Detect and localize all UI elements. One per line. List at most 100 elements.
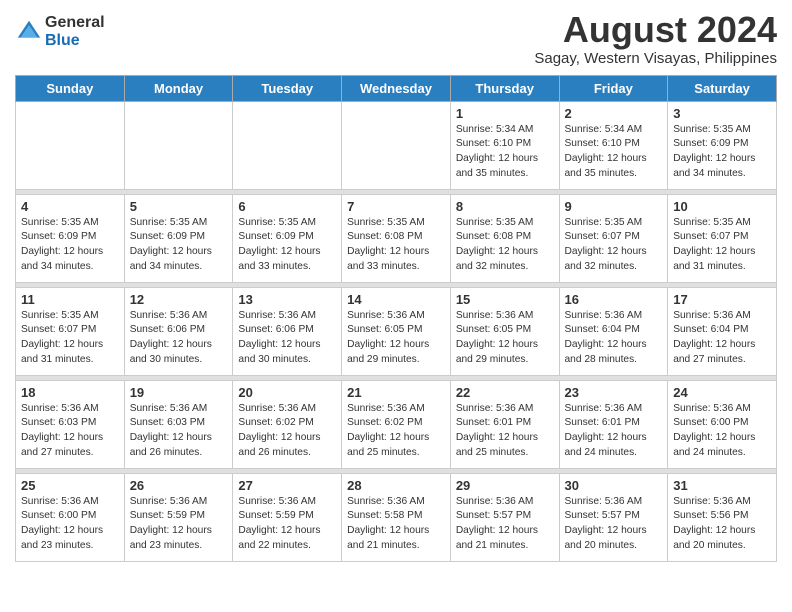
day-info: Sunrise: 5:36 AM Sunset: 6:01 PM Dayligh… <box>565 402 663 461</box>
day-number: 24 <box>673 385 771 400</box>
day-number: 4 <box>21 199 119 214</box>
day-info: Sunrise: 5:36 AM Sunset: 6:01 PM Dayligh… <box>456 402 554 461</box>
day-number: 25 <box>21 478 119 493</box>
day-number: 22 <box>456 385 554 400</box>
day-info: Sunrise: 5:36 AM Sunset: 6:04 PM Dayligh… <box>565 309 663 368</box>
logo: General Blue <box>15 10 105 49</box>
calendar-cell <box>16 101 125 189</box>
calendar-cell <box>342 101 451 189</box>
calendar-cell: 15 Sunrise: 5:36 AM Sunset: 6:05 PM Dayli… <box>450 287 559 375</box>
day-info: Sunrise: 5:35 AM Sunset: 6:08 PM Dayligh… <box>456 216 554 275</box>
day-info: Sunrise: 5:36 AM Sunset: 5:57 PM Dayligh… <box>565 495 663 554</box>
day-number: 9 <box>565 199 663 214</box>
day-number: 26 <box>130 478 228 493</box>
calendar-cell: 23 Sunrise: 5:36 AM Sunset: 6:01 PM Dayli… <box>559 380 668 468</box>
calendar-cell: 7Sunrise: 5:35 AM Sunset: 6:08 PM Daylig… <box>342 194 451 282</box>
calendar-cell: 26 Sunrise: 5:36 AM Sunset: 5:59 PM Dayli… <box>124 473 233 561</box>
day-info: Sunrise: 5:34 AM Sunset: 6:10 PM Dayligh… <box>456 123 554 182</box>
day-number: 21 <box>347 385 445 400</box>
day-number: 28 <box>347 478 445 493</box>
day-number: 20 <box>238 385 336 400</box>
calendar-cell: 16 Sunrise: 5:36 AM Sunset: 6:04 PM Dayli… <box>559 287 668 375</box>
day-number: 13 <box>238 292 336 307</box>
day-number: 10 <box>673 199 771 214</box>
day-info: Sunrise: 5:36 AM Sunset: 6:03 PM Dayligh… <box>21 402 119 461</box>
day-number: 17 <box>673 292 771 307</box>
calendar-cell: 21 Sunrise: 5:36 AM Sunset: 6:02 PM Dayli… <box>342 380 451 468</box>
calendar-cell <box>233 101 342 189</box>
calendar-cell: 29 Sunrise: 5:36 AM Sunset: 5:57 PM Dayli… <box>450 473 559 561</box>
day-info: Sunrise: 5:35 AM Sunset: 6:09 PM Dayligh… <box>673 123 771 182</box>
day-info: Sunrise: 5:36 AM Sunset: 6:05 PM Dayligh… <box>347 309 445 368</box>
day-number: 8 <box>456 199 554 214</box>
day-number: 14 <box>347 292 445 307</box>
day-info: Sunrise: 5:36 AM Sunset: 6:00 PM Dayligh… <box>673 402 771 461</box>
calendar-cell: 11 Sunrise: 5:35 AM Sunset: 6:07 PM Dayli… <box>16 287 125 375</box>
week-row-1: 1 Sunrise: 5:34 AM Sunset: 6:10 PM Daylig… <box>16 101 777 189</box>
calendar-cell: 3 Sunrise: 5:35 AM Sunset: 6:09 PM Daylig… <box>668 101 777 189</box>
calendar-cell <box>124 101 233 189</box>
month-year: August 2024 <box>534 10 777 50</box>
day-info: Sunrise: 5:34 AM Sunset: 6:10 PM Dayligh… <box>565 123 663 182</box>
day-number: 11 <box>21 292 119 307</box>
day-info: Sunrise: 5:36 AM Sunset: 5:57 PM Dayligh… <box>456 495 554 554</box>
logo-general-text: General <box>45 14 105 32</box>
day-info: Sunrise: 5:36 AM Sunset: 5:59 PM Dayligh… <box>238 495 336 554</box>
day-number: 23 <box>565 385 663 400</box>
calendar-cell: 12Sunrise: 5:36 AM Sunset: 6:06 PM Dayli… <box>124 287 233 375</box>
calendar-cell: 24 Sunrise: 5:36 AM Sunset: 6:00 PM Dayli… <box>668 380 777 468</box>
day-number: 15 <box>456 292 554 307</box>
calendar-cell: 17Sunrise: 5:36 AM Sunset: 6:04 PM Dayli… <box>668 287 777 375</box>
day-number: 3 <box>673 106 771 121</box>
title-area: August 2024 Sagay, Western Visayas, Phil… <box>534 10 777 67</box>
day-info: Sunrise: 5:36 AM Sunset: 6:03 PM Dayligh… <box>130 402 228 461</box>
calendar-cell: 14 Sunrise: 5:36 AM Sunset: 6:05 PM Dayli… <box>342 287 451 375</box>
day-info: Sunrise: 5:35 AM Sunset: 6:09 PM Dayligh… <box>130 216 228 275</box>
day-info: Sunrise: 5:36 AM Sunset: 5:58 PM Dayligh… <box>347 495 445 554</box>
calendar-cell: 31 Sunrise: 5:36 AM Sunset: 5:56 PM Dayli… <box>668 473 777 561</box>
day-number: 30 <box>565 478 663 493</box>
day-info: Sunrise: 5:36 AM Sunset: 5:56 PM Dayligh… <box>673 495 771 554</box>
calendar-cell: 28 Sunrise: 5:36 AM Sunset: 5:58 PM Dayli… <box>342 473 451 561</box>
day-number: 1 <box>456 106 554 121</box>
calendar-header-row: SundayMondayTuesdayWednesdayThursdayFrid… <box>16 75 777 101</box>
day-number: 31 <box>673 478 771 493</box>
day-number: 19 <box>130 385 228 400</box>
week-row-5: 25Sunrise: 5:36 AM Sunset: 6:00 PM Dayli… <box>16 473 777 561</box>
calendar-header-saturday: Saturday <box>668 75 777 101</box>
calendar-cell: 20Sunrise: 5:36 AM Sunset: 6:02 PM Dayli… <box>233 380 342 468</box>
day-number: 18 <box>21 385 119 400</box>
calendar-cell: 30 Sunrise: 5:36 AM Sunset: 5:57 PM Dayli… <box>559 473 668 561</box>
day-info: Sunrise: 5:35 AM Sunset: 6:09 PM Dayligh… <box>238 216 336 275</box>
logo-icon <box>15 18 43 46</box>
day-info: Sunrise: 5:36 AM Sunset: 5:59 PM Dayligh… <box>130 495 228 554</box>
calendar-cell: 8 Sunrise: 5:35 AM Sunset: 6:08 PM Daylig… <box>450 194 559 282</box>
page: General Blue August 2024 Sagay, Western … <box>0 0 792 577</box>
logo-blue-text: Blue <box>45 32 105 50</box>
day-info: Sunrise: 5:35 AM Sunset: 6:07 PM Dayligh… <box>673 216 771 275</box>
calendar-header-thursday: Thursday <box>450 75 559 101</box>
week-row-2: 4 Sunrise: 5:35 AM Sunset: 6:09 PM Daylig… <box>16 194 777 282</box>
day-info: Sunrise: 5:36 AM Sunset: 6:02 PM Dayligh… <box>347 402 445 461</box>
calendar-header-monday: Monday <box>124 75 233 101</box>
week-row-3: 11 Sunrise: 5:35 AM Sunset: 6:07 PM Dayli… <box>16 287 777 375</box>
day-number: 2 <box>565 106 663 121</box>
calendar-header-sunday: Sunday <box>16 75 125 101</box>
calendar-cell: 2 Sunrise: 5:34 AM Sunset: 6:10 PM Daylig… <box>559 101 668 189</box>
calendar-cell: 1 Sunrise: 5:34 AM Sunset: 6:10 PM Daylig… <box>450 101 559 189</box>
calendar-header-tuesday: Tuesday <box>233 75 342 101</box>
day-info: Sunrise: 5:36 AM Sunset: 6:05 PM Dayligh… <box>456 309 554 368</box>
location: Sagay, Western Visayas, Philippines <box>534 50 777 67</box>
calendar-cell: 10 Sunrise: 5:35 AM Sunset: 6:07 PM Dayli… <box>668 194 777 282</box>
calendar-cell: 19 Sunrise: 5:36 AM Sunset: 6:03 PM Dayli… <box>124 380 233 468</box>
day-info: Sunrise: 5:35 AM Sunset: 6:07 PM Dayligh… <box>21 309 119 368</box>
week-row-4: 18 Sunrise: 5:36 AM Sunset: 6:03 PM Dayli… <box>16 380 777 468</box>
day-number: 27 <box>238 478 336 493</box>
day-number: 29 <box>456 478 554 493</box>
calendar-cell: 13Sunrise: 5:36 AM Sunset: 6:06 PM Dayli… <box>233 287 342 375</box>
calendar-cell: 9Sunrise: 5:35 AM Sunset: 6:07 PM Daylig… <box>559 194 668 282</box>
calendar-cell: 5Sunrise: 5:35 AM Sunset: 6:09 PM Daylig… <box>124 194 233 282</box>
day-number: 16 <box>565 292 663 307</box>
day-number: 7 <box>347 199 445 214</box>
calendar-cell: 27 Sunrise: 5:36 AM Sunset: 5:59 PM Dayli… <box>233 473 342 561</box>
